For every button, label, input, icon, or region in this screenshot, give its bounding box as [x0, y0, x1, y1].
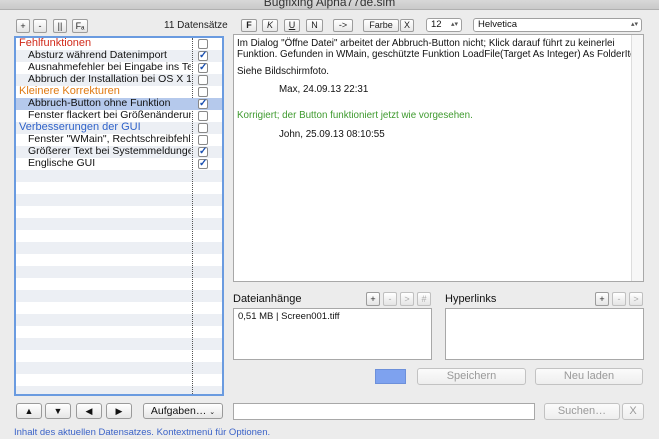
done-checkbox[interactable] [198, 87, 208, 97]
stepper-arrows-icon: ▴▾ [450, 21, 458, 28]
italic-button[interactable]: K [262, 19, 278, 32]
font-size-select[interactable]: 12 ▴▾ [426, 18, 462, 32]
hyperlinks-list[interactable] [445, 308, 644, 360]
font-size-value: 12 [431, 19, 442, 30]
editor-line-fixed: Korrigiert; der Button funktioniert jetz… [237, 110, 473, 121]
remove-record-button[interactable]: - [33, 19, 47, 33]
clear-color-button[interactable]: X [400, 19, 414, 32]
checkmark-icon: ✓ [199, 158, 208, 169]
stepper-arrows-icon: ▴▾ [630, 21, 638, 28]
done-checkbox[interactable]: ✓ [198, 99, 208, 109]
attachment-info-button[interactable]: # [417, 292, 431, 306]
attachments-list[interactable]: 0,51 MB | Screen001.tiff [233, 308, 432, 360]
tasks-menu-button[interactable]: Aufgaben… ⌄ [143, 403, 223, 419]
hyperlinks-title: Hyperlinks [445, 293, 497, 305]
tasks-label: Aufgaben… [150, 405, 207, 417]
color-button[interactable]: Farbe [363, 19, 399, 32]
done-checkbox[interactable]: ✓ [198, 147, 208, 157]
list-item-label: Englische GUI [28, 157, 96, 169]
underline-button[interactable]: U [284, 19, 300, 32]
clear-search-button[interactable]: X [622, 403, 644, 420]
open-attachment-button[interactable]: > [400, 292, 414, 306]
checkmark-icon: ✓ [199, 146, 208, 157]
editor-line: Im Dialog "Öffne Datei" arbeitet der Abb… [237, 38, 615, 49]
open-hyperlink-button[interactable]: > [629, 292, 643, 306]
done-checkbox[interactable] [198, 111, 208, 121]
add-record-button[interactable]: + [16, 19, 30, 33]
normal-style-button[interactable]: N [306, 19, 323, 32]
done-checkbox[interactable] [198, 75, 208, 85]
pause-button[interactable]: || [53, 19, 67, 33]
previous-record-button[interactable]: ◀ [76, 403, 102, 419]
attachment-item[interactable]: 0,51 MB | Screen001.tiff [238, 311, 340, 322]
done-checkbox[interactable] [198, 123, 208, 133]
filter-button[interactable]: Fₐ [72, 19, 88, 33]
editor-line: Siehe Bildschirmfoto. [237, 66, 330, 77]
remove-hyperlink-button[interactable]: - [612, 292, 626, 306]
window-title: Bugfixing Alpha77de.sim [263, 0, 396, 9]
done-checkbox[interactable]: ✓ [198, 159, 208, 169]
done-checkbox[interactable]: ✓ [198, 51, 208, 61]
add-hyperlink-button[interactable]: + [595, 292, 609, 306]
reload-button[interactable]: Neu laden [535, 368, 643, 385]
list-item[interactable]: Englische GUI ✓ [16, 157, 222, 170]
add-attachment-button[interactable]: + [366, 292, 380, 306]
notes-editor[interactable]: Im Dialog "Öffne Datei" arbeitet der Abb… [233, 34, 644, 282]
editor-scrollbar[interactable] [631, 35, 643, 281]
color-swatch[interactable] [375, 369, 406, 384]
status-text: Inhalt des aktuellen Datensatzes. Kontex… [14, 427, 271, 438]
font-name-value: Helvetica [478, 19, 518, 30]
record-list[interactable]: Fehlfunktionen Absturz während Datenimpor… [14, 36, 224, 396]
save-button[interactable]: Speichern [417, 368, 526, 385]
window-titlebar: Bugfixing Alpha77de.sim [0, 0, 659, 10]
record-count: 11 Datensätze [164, 20, 228, 31]
checkmark-icon: ✓ [199, 62, 208, 73]
bold-button[interactable]: F [241, 19, 257, 32]
attachments-title: Dateianhänge [233, 293, 302, 305]
next-record-button[interactable]: ▼ [45, 403, 71, 419]
checkmark-icon: ✓ [199, 50, 208, 61]
editor-line: Funktion. Gefunden in WMain, geschützte … [237, 49, 644, 60]
editor-line: John, 25.09.13 08:10:55 [279, 129, 385, 140]
done-checkbox[interactable]: ✓ [198, 63, 208, 73]
editor-line: Max, 24.09.13 22:31 [279, 84, 369, 95]
search-button[interactable]: Suchen… [544, 403, 620, 420]
remove-attachment-button[interactable]: - [383, 292, 397, 306]
done-checkbox[interactable] [198, 39, 208, 49]
last-record-button[interactable]: ▶ [106, 403, 132, 419]
arrow-button[interactable]: -> [333, 19, 353, 32]
search-input[interactable] [233, 403, 535, 420]
font-name-select[interactable]: Helvetica ▴▾ [473, 18, 642, 32]
checkmark-icon: ✓ [199, 98, 208, 109]
done-checkbox[interactable] [198, 135, 208, 145]
dropdown-icon: ⌄ [209, 409, 216, 416]
first-record-button[interactable]: ▲ [16, 403, 42, 419]
